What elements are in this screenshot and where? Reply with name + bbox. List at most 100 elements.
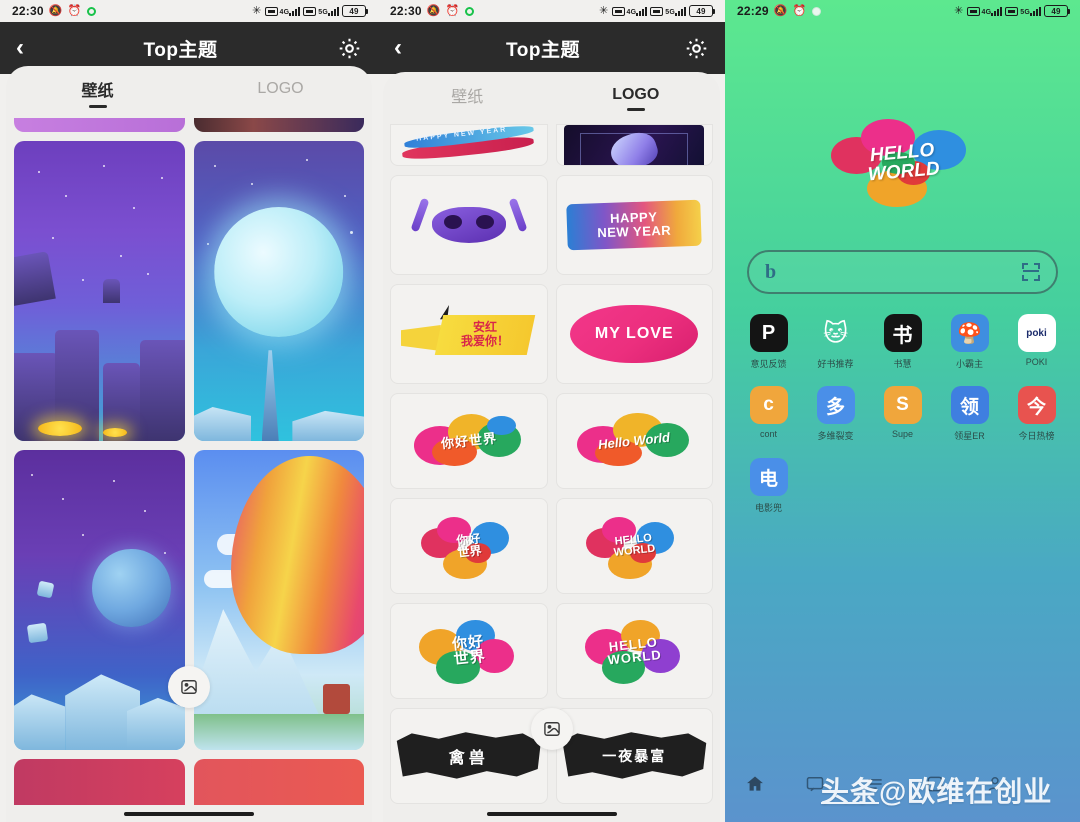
logo-text: 禽兽 — [448, 750, 489, 767]
logo-text: HELLO WORLD — [607, 634, 663, 668]
app-icon[interactable]: S — [883, 386, 922, 424]
screenshot-stage: 22:30 🔕 ⏰ ✳ 4G 5G 49 ‹ Top主题 壁纸 LOGO 22:… — [0, 0, 1080, 822]
wallpaper-thumb[interactable] — [14, 450, 185, 750]
wallpaper-thumb[interactable] — [193, 450, 364, 750]
app-icon[interactable]: 🐱 — [817, 314, 855, 352]
logo-card[interactable]: 你好 世界 — [390, 498, 548, 594]
logo-card[interactable]: 你好世界 — [390, 393, 548, 489]
logo-card[interactable]: HELLO WORLD — [555, 603, 713, 699]
sim2-icon: 5G — [303, 6, 339, 16]
logo-card[interactable]: 你好 世界 — [390, 603, 548, 699]
sim2-icon: 5G — [650, 6, 686, 16]
app-item[interactable]: poki POKI — [1003, 314, 1070, 370]
phone-panel-logo: 22:30 🔕 ⏰ ✳ 4G 5G 49 ‹ Top主题 壁纸 LOGO HAP… — [378, 0, 725, 822]
app-item[interactable]: P 意见反馈 — [735, 314, 802, 370]
tab-bar-2: 壁纸 LOGO — [383, 72, 720, 124]
status-bar-2: 22:30 🔕 ⏰ ✳ 4G 5G 49 — [378, 0, 725, 22]
tab-logo[interactable]: LOGO — [552, 72, 721, 124]
app-icon[interactable]: 书 — [883, 314, 922, 352]
scan-icon[interactable] — [1022, 263, 1040, 281]
sim1-icon: 4G — [611, 6, 648, 16]
logo-text: HAPPY NEW YEAR — [597, 209, 672, 241]
logo-card[interactable]: 一夜暴富 — [555, 708, 713, 804]
app-item[interactable]: 领 领星ER — [936, 386, 1003, 442]
tab-wallpaper[interactable]: 壁纸 — [6, 66, 189, 118]
home-icon[interactable] — [745, 774, 765, 794]
logo-card[interactable]: MY LOVE — [555, 284, 713, 384]
logo-card[interactable]: HAPPY NEW YEAR — [555, 175, 713, 275]
status-time: 22:30 — [12, 4, 44, 18]
wallpaper-thumb[interactable] — [193, 141, 364, 441]
app-icon[interactable]: poki — [1017, 314, 1056, 352]
alarm-icon: ⏰ — [67, 4, 82, 17]
app-icon[interactable]: 多 — [816, 386, 855, 424]
tab-logo[interactable]: LOGO — [189, 66, 372, 118]
sim2-icon: 5G — [1005, 6, 1041, 16]
app-icon[interactable]: c — [749, 386, 788, 424]
status-bar-1: 22:30 🔕 ⏰ ✳ 4G 5G 49 — [0, 0, 378, 22]
app-label: 意见反馈 — [750, 359, 787, 369]
app-icon[interactable]: 领 — [950, 386, 989, 424]
hello-world-text: HELLO WORLD — [866, 139, 940, 186]
logo-card[interactable]: HELLO WORLD — [555, 498, 713, 594]
record-dot-icon — [464, 6, 474, 16]
silent-icon: 🔕 — [426, 4, 441, 17]
logo-card[interactable]: 安红 我爱你！ — [390, 284, 548, 384]
status-time: 22:30 — [390, 4, 422, 18]
wallpaper-thumb-partial[interactable] — [14, 759, 185, 805]
back-icon[interactable]: ‹ — [394, 36, 402, 60]
logo-card[interactable]: Hello World — [555, 393, 713, 489]
app-item[interactable]: 🐱 好书推荐 — [802, 314, 869, 370]
silent-icon: 🔕 — [773, 4, 788, 17]
app-label: 书慧 — [893, 359, 912, 369]
tab-bar-1: 壁纸 LOGO — [6, 66, 372, 118]
watermark: 头条@欧维在创业 — [821, 770, 1052, 810]
bluetooth-icon: ✳ — [954, 4, 964, 17]
app-item[interactable]: 电 电影兜 — [735, 458, 802, 514]
phone-panel-home: 22:29 🔕 ⏰ ✳ 4G 5G 49 HELLO WORLD b P 意见反… — [725, 0, 1080, 822]
app-label: 领星ER — [954, 431, 985, 441]
app-item[interactable]: 多 多维裂变 — [802, 386, 869, 442]
phone-panel-wallpaper: 22:30 🔕 ⏰ ✳ 4G 5G 49 ‹ Top主题 壁纸 LOGO — [0, 0, 378, 822]
logo-card[interactable]: 禽兽 — [390, 708, 548, 804]
logo-card[interactable] — [555, 124, 713, 166]
watermark-prefix: 头条 — [821, 776, 880, 807]
logo-text: 你好 世界 — [455, 531, 483, 561]
page-title: Top主题 — [143, 39, 218, 61]
app-item[interactable]: c cont — [735, 386, 802, 442]
app-icon[interactable]: 今 — [1017, 386, 1056, 424]
search-input[interactable]: b — [747, 250, 1058, 294]
app-item[interactable]: 书 书慧 — [869, 314, 936, 370]
app-icon[interactable]: 电 — [749, 458, 788, 496]
app-item[interactable]: 今 今日热榜 — [1003, 386, 1070, 442]
wallpaper-thumb[interactable] — [14, 141, 185, 441]
app-label: 电影兜 — [754, 503, 782, 513]
tab-wallpaper[interactable]: 壁纸 — [383, 72, 552, 124]
gear-icon[interactable] — [684, 36, 709, 61]
logo-text: 一夜暴富 — [602, 748, 667, 764]
app-icon[interactable]: P — [749, 314, 788, 352]
wallpaper-thumb-partial[interactable] — [193, 118, 364, 132]
app-icon[interactable]: 🍄 — [950, 314, 989, 352]
wallpaper-thumb-partial[interactable] — [193, 759, 364, 805]
app-label: 好书推荐 — [817, 359, 854, 369]
image-picker-icon[interactable] — [168, 666, 210, 708]
page-title: Top主题 — [506, 39, 580, 61]
app-label: POKI — [1025, 357, 1048, 367]
system-nav-bar — [124, 812, 254, 816]
system-nav-bar — [486, 812, 617, 816]
logo-text: HELLO WORLD — [613, 531, 657, 560]
image-picker-icon[interactable] — [530, 708, 573, 750]
silent-icon: 🔕 — [48, 4, 63, 17]
app-label: cont — [759, 429, 777, 439]
logo-card[interactable] — [390, 175, 548, 275]
wallpaper-thumb-partial[interactable] — [14, 118, 185, 132]
logo-card[interactable]: HAPPY NEW YEAR — [390, 124, 548, 166]
app-item[interactable]: 🍄 小霸主 — [936, 314, 1003, 370]
back-icon[interactable]: ‹ — [16, 36, 24, 60]
gear-icon[interactable] — [337, 36, 362, 61]
record-dot-icon — [811, 6, 821, 16]
alarm-icon: ⏰ — [445, 4, 460, 17]
status-time: 22:29 — [737, 4, 769, 18]
app-item[interactable]: S Supe — [869, 386, 936, 442]
